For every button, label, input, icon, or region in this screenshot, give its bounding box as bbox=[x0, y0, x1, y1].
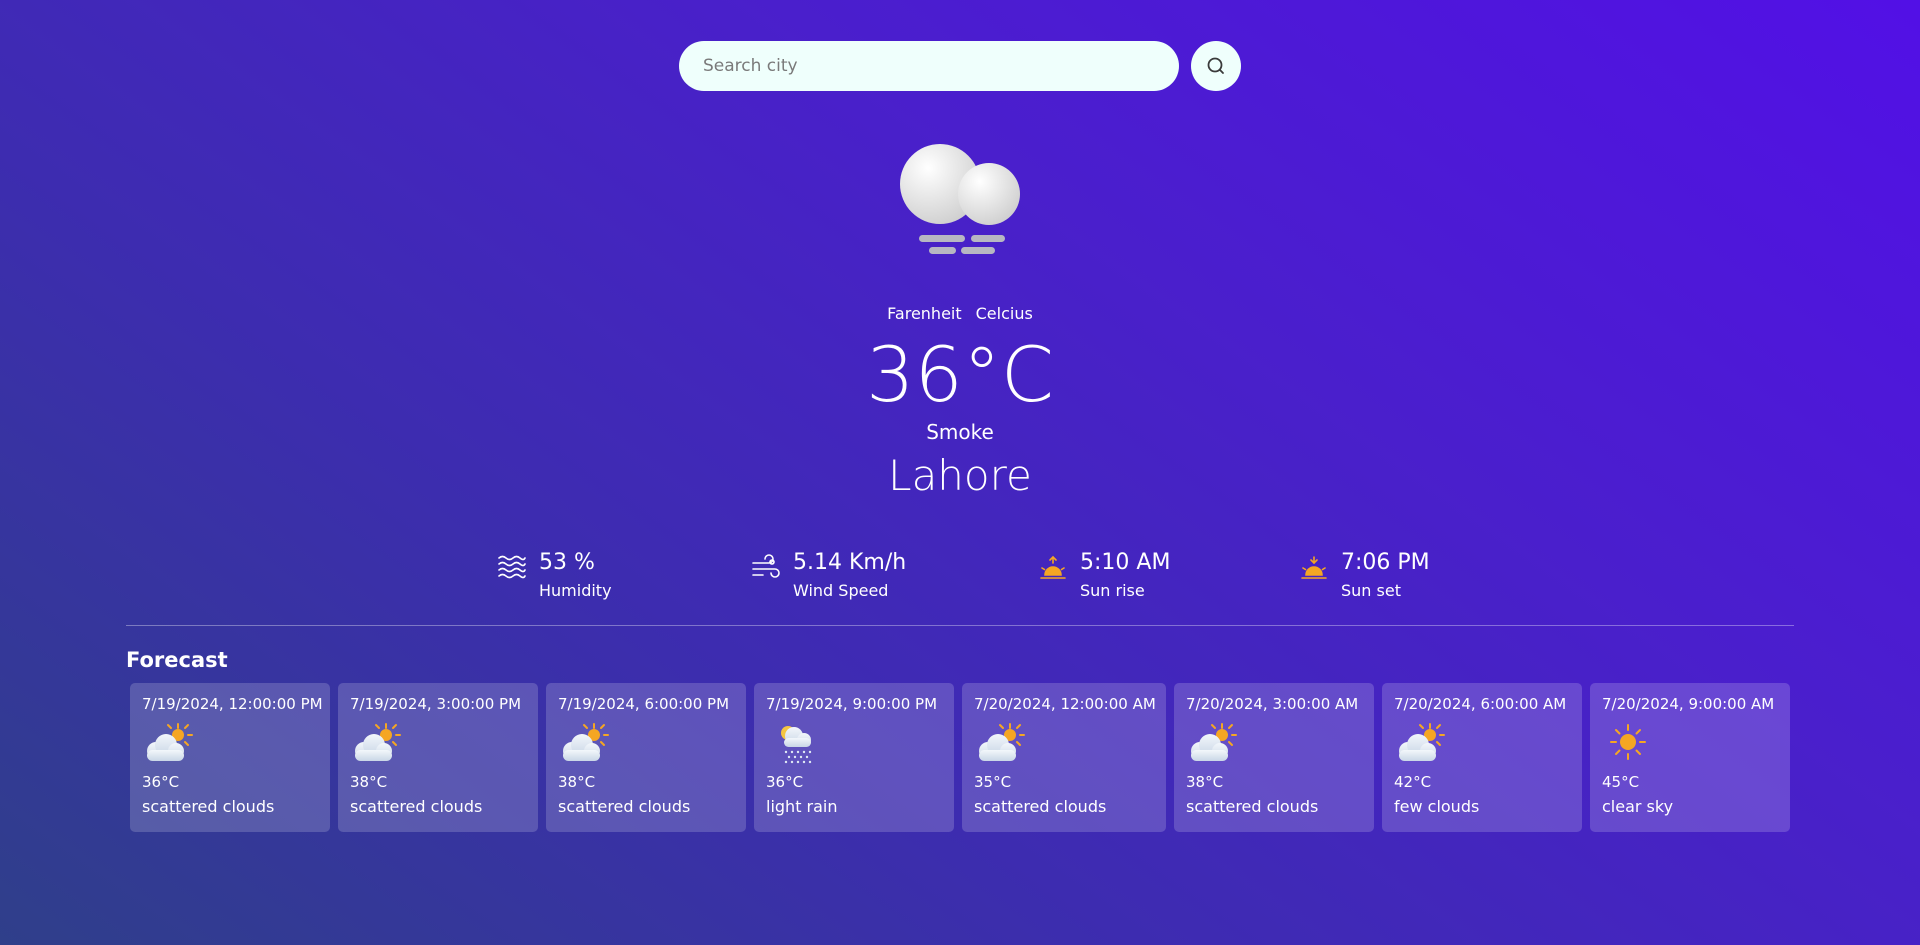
forecast-desc: scattered clouds bbox=[350, 797, 483, 816]
fahrenheit-toggle[interactable]: Farenheit bbox=[887, 304, 961, 323]
forecast-desc: scattered clouds bbox=[974, 797, 1107, 816]
search-input[interactable] bbox=[679, 41, 1179, 91]
forecast-desc: light rain bbox=[766, 797, 838, 816]
forecast-temp: 35°C bbox=[974, 773, 1012, 791]
sun-icon bbox=[1610, 724, 1646, 760]
sunrise-icon bbox=[1040, 555, 1066, 579]
forecast-date: 7/19/2024, 9:00:00 PM bbox=[766, 695, 938, 713]
forecast-date: 7/20/2024, 9:00:00 AM bbox=[1602, 695, 1775, 713]
forecast-card: 7/19/2024, 12:00:00 PM 36°C scattered cl… bbox=[130, 683, 330, 832]
forecast-date: 7/20/2024, 3:00:00 AM bbox=[1186, 695, 1359, 713]
forecast-temp: 36°C bbox=[142, 773, 180, 791]
current-temperature: 36°C bbox=[866, 330, 1054, 419]
forecast-title: Forecast bbox=[126, 648, 228, 672]
forecast-card: 7/19/2024, 3:00:00 PM 38°C scattered clo… bbox=[338, 683, 538, 832]
sunset-icon bbox=[1301, 556, 1327, 579]
forecast-desc: scattered clouds bbox=[558, 797, 691, 816]
humidity-waves-icon bbox=[498, 555, 526, 579]
search-icon bbox=[1207, 57, 1224, 74]
search-bar bbox=[679, 41, 1241, 91]
partly-cloudy-icon bbox=[147, 723, 193, 761]
forecast-date: 7/20/2024, 6:00:00 AM bbox=[1394, 695, 1567, 713]
forecast-temp: 42°C bbox=[1394, 773, 1432, 791]
forecast-temp: 36°C bbox=[766, 773, 804, 791]
forecast-card: 7/20/2024, 6:00:00 AM 42°C few clouds bbox=[1382, 683, 1582, 832]
forecast-date: 7/20/2024, 12:00:00 AM bbox=[974, 695, 1156, 713]
forecast-desc: scattered clouds bbox=[142, 797, 275, 816]
partly-cloudy-icon bbox=[1399, 723, 1445, 761]
forecast-date: 7/19/2024, 3:00:00 PM bbox=[350, 695, 522, 713]
forecast-temp: 45°C bbox=[1602, 773, 1640, 791]
wind-label: Wind Speed bbox=[793, 581, 889, 600]
section-divider bbox=[126, 625, 1794, 626]
city-name: Lahore bbox=[888, 451, 1032, 500]
rain-icon bbox=[781, 726, 812, 764]
sunrise-stat: 5:10 AM Sun rise bbox=[1038, 548, 1170, 602]
forecast-temp: 38°C bbox=[350, 773, 388, 791]
forecast-desc: few clouds bbox=[1394, 797, 1480, 816]
forecast-desc: scattered clouds bbox=[1186, 797, 1319, 816]
forecast-temp: 38°C bbox=[558, 773, 596, 791]
forecast-card: 7/19/2024, 6:00:00 PM 38°C scattered clo… bbox=[546, 683, 746, 832]
forecast-temp: 38°C bbox=[1186, 773, 1224, 791]
forecast-date: 7/19/2024, 12:00:00 PM bbox=[142, 695, 323, 713]
forecast-card: 7/20/2024, 9:00:00 AM 45°C clear sky bbox=[1590, 683, 1790, 832]
forecast-card: 7/20/2024, 3:00:00 AM 38°C scattered clo… bbox=[1174, 683, 1374, 832]
forecast-list: 7/19/2024, 12:00:00 PM 36°C scattered cl… bbox=[130, 683, 1790, 832]
sunset-stat: 7:06 PM Sun set bbox=[1299, 548, 1430, 602]
wind-stat: 5.14 Km/h Wind Speed bbox=[751, 548, 906, 602]
humidity-stat: 53 % Humidity bbox=[497, 548, 612, 602]
partly-cloudy-icon bbox=[1191, 723, 1237, 761]
forecast-date: 7/19/2024, 6:00:00 PM bbox=[558, 695, 730, 713]
humidity-value: 53 % bbox=[539, 550, 595, 575]
celsius-toggle[interactable]: Celcius bbox=[976, 304, 1033, 323]
sunrise-label: Sun rise bbox=[1080, 581, 1145, 600]
forecast-card: 7/19/2024, 9:00:00 PM 36°C light rain bbox=[754, 683, 954, 832]
forecast-card: 7/20/2024, 12:00:00 AM 35°C scattered cl… bbox=[962, 683, 1166, 832]
partly-cloudy-icon bbox=[355, 723, 401, 761]
search-button[interactable] bbox=[1191, 41, 1241, 91]
sunrise-value: 5:10 AM bbox=[1080, 550, 1171, 575]
wind-icon bbox=[752, 554, 780, 578]
unit-toggle: Farenheit Celcius bbox=[0, 304, 1920, 323]
weather-description: Smoke bbox=[926, 420, 994, 444]
sunset-label: Sun set bbox=[1341, 581, 1401, 600]
partly-cloudy-icon bbox=[979, 723, 1025, 761]
humidity-label: Humidity bbox=[539, 581, 612, 600]
fog-icon bbox=[900, 144, 1020, 254]
partly-cloudy-icon bbox=[563, 723, 609, 761]
sunset-value: 7:06 PM bbox=[1341, 550, 1430, 575]
wind-value: 5.14 Km/h bbox=[793, 550, 907, 575]
forecast-desc: clear sky bbox=[1602, 797, 1674, 816]
